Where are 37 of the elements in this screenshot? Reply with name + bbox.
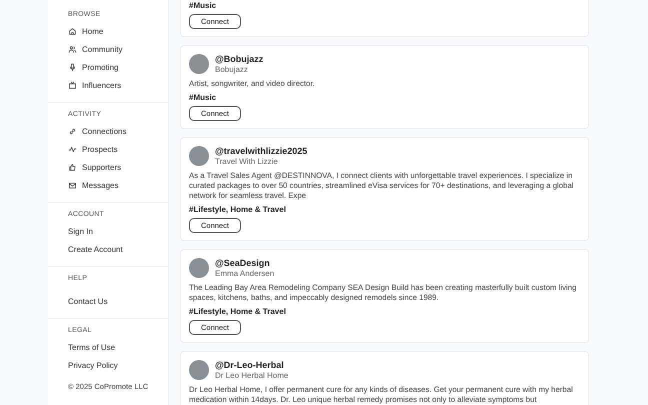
sidebar-link[interactable]: Promoting xyxy=(68,58,168,76)
sidebar-link[interactable]: Sign In xyxy=(68,222,168,240)
thumbs-up-icon xyxy=(68,162,77,172)
profile-name: Emma Andersen xyxy=(215,269,274,279)
tv-icon xyxy=(68,80,77,90)
sidebar-link[interactable]: Home xyxy=(68,22,168,40)
sidebar-link[interactable]: Privacy Policy xyxy=(68,356,168,374)
profile-handle[interactable]: @Dr-Leo-Herbal xyxy=(215,359,288,371)
profile-name: Travel With Lizzie xyxy=(215,157,279,167)
sidebar-link[interactable]: Contact Us xyxy=(68,292,168,310)
avatar xyxy=(189,54,209,74)
sidebar-link[interactable]: Supporters xyxy=(68,158,168,176)
profile-name: Dr Leo Herbal Home xyxy=(215,371,288,381)
link-icon xyxy=(68,126,77,136)
microphone-icon xyxy=(68,62,77,72)
avatar xyxy=(189,258,209,278)
home-icon xyxy=(68,26,77,36)
category-tag: #Lifestyle, Home & Travel xyxy=(189,307,286,316)
avatar xyxy=(189,360,209,380)
profile-handle[interactable]: @SeaDesign xyxy=(215,257,274,269)
category-tag: #Music xyxy=(189,1,216,10)
profile-handle[interactable]: @Bobujazz xyxy=(215,53,264,65)
profile-name: Bobujazz xyxy=(215,65,249,75)
sidebar-link[interactable]: Terms of Use xyxy=(68,338,168,356)
sidebar-link[interactable]: Community xyxy=(68,40,168,58)
category-tag: #Music xyxy=(189,93,216,102)
pulse-icon xyxy=(68,144,77,154)
mail-icon xyxy=(68,180,77,190)
profile-handle[interactable]: @travelwithlizzie2025 xyxy=(215,145,308,157)
category-tag: #Lifestyle, Home & Travel xyxy=(189,205,286,214)
sidebar-link[interactable]: Influencers xyxy=(68,76,168,94)
avatar xyxy=(189,146,209,166)
users-icon xyxy=(68,44,77,54)
sidebar-link[interactable]: Prospects xyxy=(68,140,168,158)
sidebar-link[interactable]: Messages xyxy=(68,176,168,194)
sidebar-link[interactable]: Create Account xyxy=(68,240,168,258)
sidebar-link[interactable]: Connections xyxy=(68,122,168,140)
